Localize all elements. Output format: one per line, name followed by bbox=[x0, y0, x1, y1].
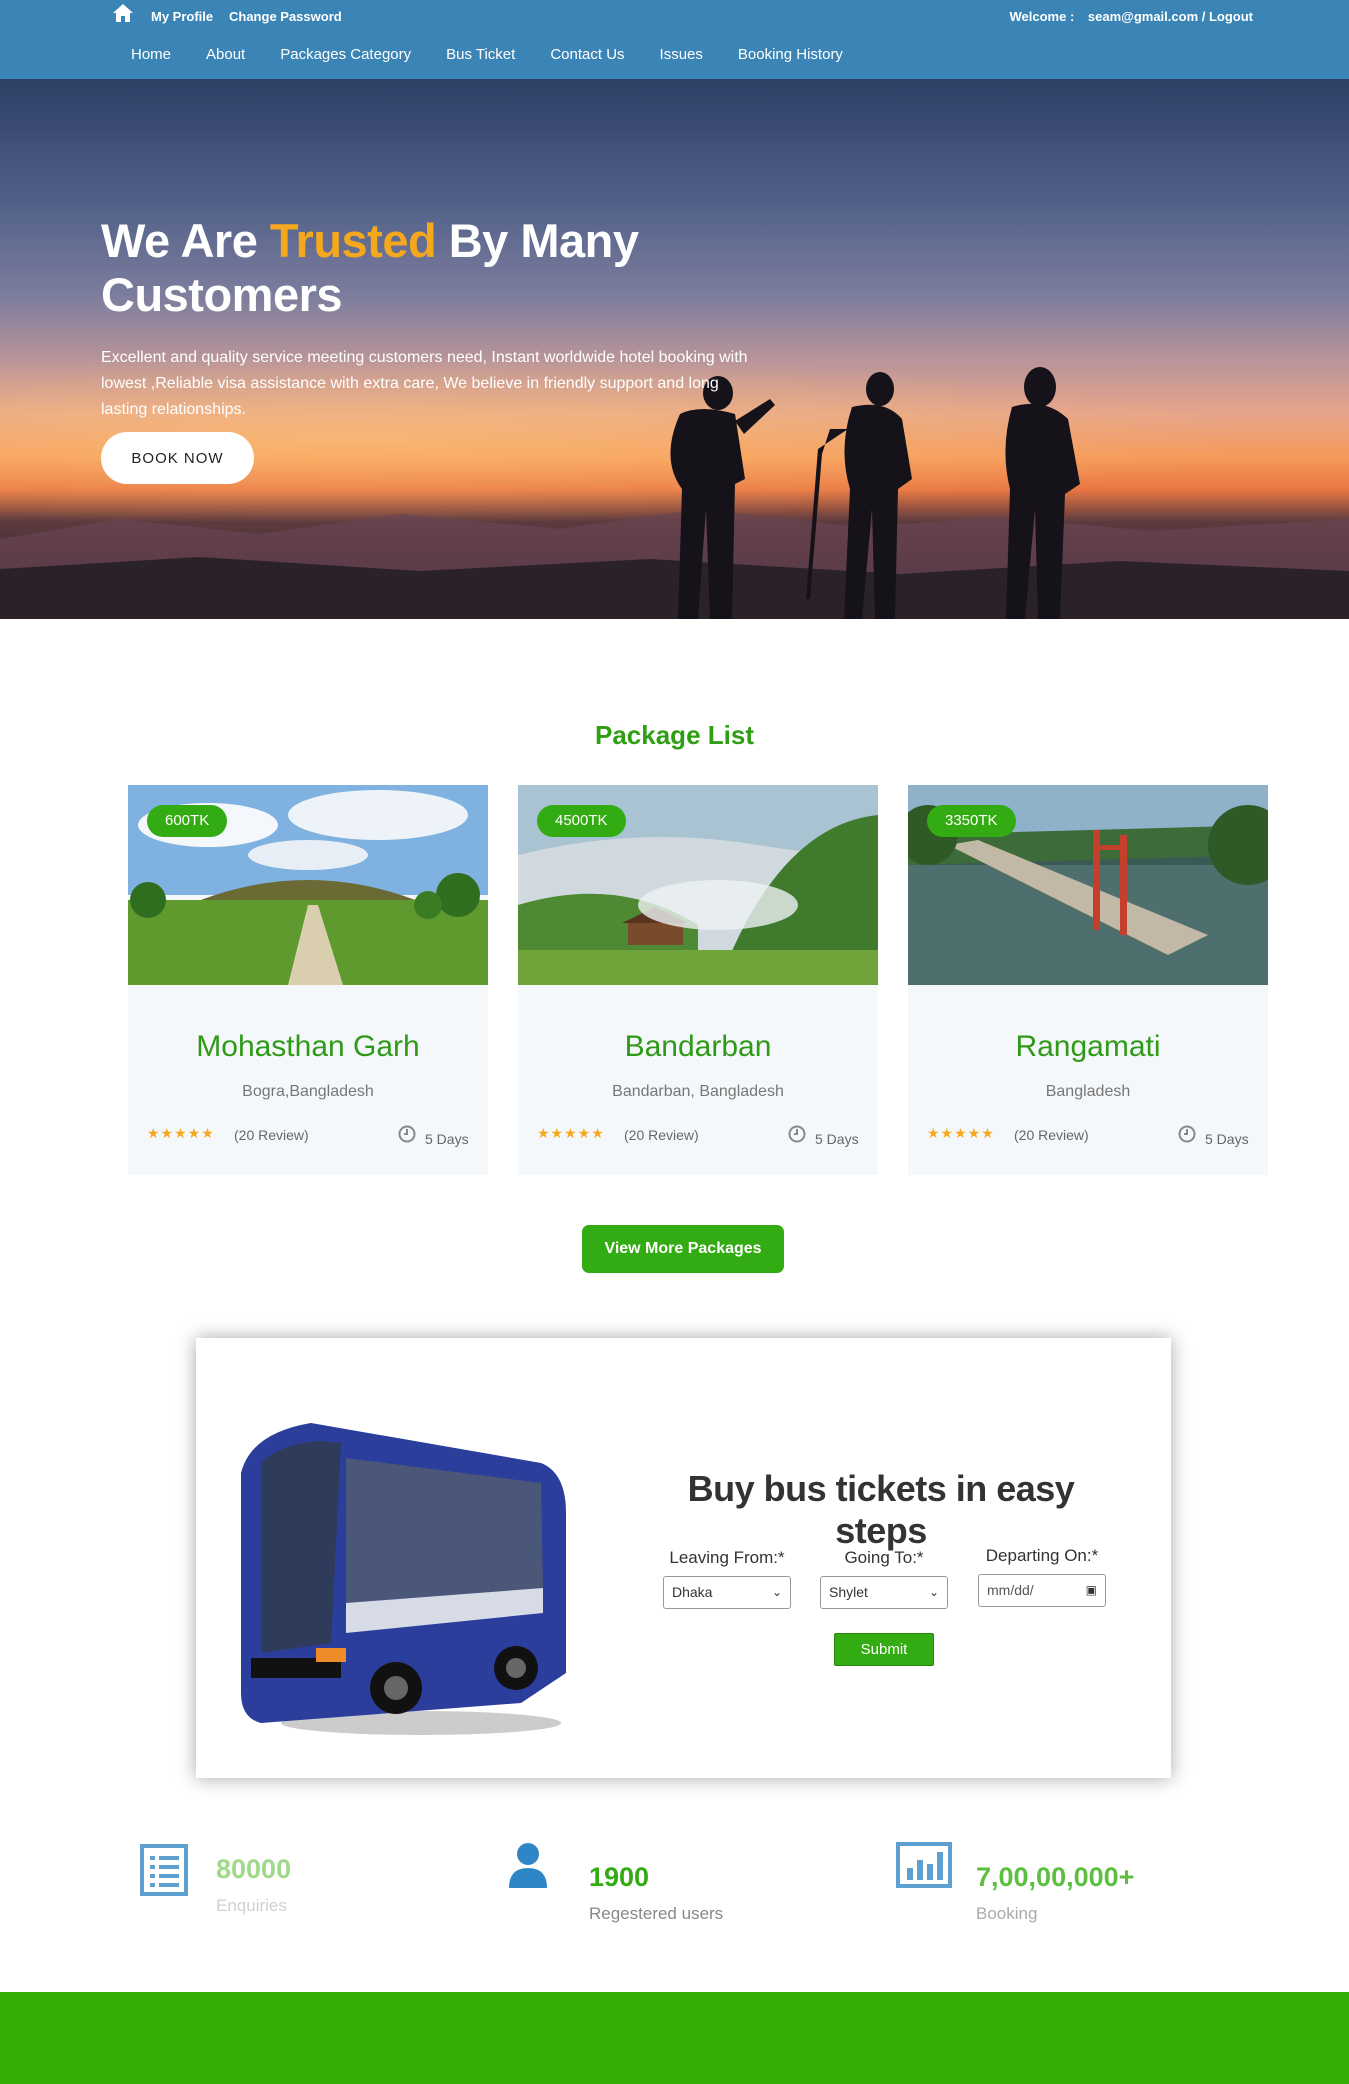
hero-banner: We Are Trusted By Many Customers Excelle… bbox=[0, 79, 1349, 619]
package-duration: 5 Days bbox=[425, 1131, 469, 1147]
departing-on-field: Departing On:* mm/dd/ ▣ bbox=[978, 1546, 1106, 1607]
clock-icon bbox=[1178, 1125, 1196, 1143]
my-profile-link[interactable]: My Profile bbox=[151, 9, 213, 24]
package-card[interactable]: 600TK Mohasthan Garh Bogra,Bangladesh ★★… bbox=[128, 785, 488, 1175]
enquiries-count: 80000 bbox=[216, 1854, 292, 1884]
package-name[interactable]: Mohasthan Garh bbox=[128, 1030, 488, 1064]
book-now-button[interactable]: BOOK NOW bbox=[101, 432, 254, 484]
review-count: (20 Review) bbox=[234, 1127, 309, 1143]
package-location: Bogra,Bangladesh bbox=[242, 1083, 374, 1100]
nav-issues[interactable]: Issues bbox=[660, 46, 703, 63]
departing-on-label: Departing On:* bbox=[985, 1546, 1099, 1565]
hero-description: Excellent and quality service meeting cu… bbox=[101, 349, 748, 418]
bus-image bbox=[241, 1423, 566, 1735]
bus-ticket-section: Buy bus tickets in easy steps Leaving Fr… bbox=[196, 1338, 1171, 1778]
nav-about[interactable]: About bbox=[206, 46, 245, 63]
leaving-from-value: Dhaka bbox=[672, 1584, 713, 1600]
submit-button[interactable]: Submit bbox=[834, 1633, 934, 1666]
users-label: Regestered users bbox=[589, 1904, 724, 1923]
package-name[interactable]: Bandarban bbox=[518, 1030, 878, 1064]
package-duration: 5 Days bbox=[815, 1131, 859, 1147]
users-count: 1900 bbox=[589, 1862, 650, 1892]
hero-title-part1: We Are bbox=[101, 214, 270, 267]
package-duration: 5 Days bbox=[1205, 1131, 1249, 1147]
chevron-down-icon: ⌄ bbox=[928, 1585, 939, 1599]
rating-stars-icon: ★★★★★ bbox=[147, 1125, 215, 1141]
booking-label: Booking bbox=[976, 1904, 1038, 1923]
leaving-from-select[interactable]: Dhaka ⌄ bbox=[663, 1576, 791, 1609]
list-icon bbox=[140, 1844, 188, 1896]
user-icon bbox=[509, 1843, 547, 1888]
price-badge: 3350TK bbox=[927, 805, 1016, 837]
nav-booking-history[interactable]: Booking History bbox=[738, 46, 843, 63]
package-location: Bangladesh bbox=[1045, 1083, 1131, 1100]
hero-title: We Are Trusted By Many Customers bbox=[101, 214, 661, 322]
going-to-select[interactable]: Shylet ⌄ bbox=[820, 1576, 948, 1609]
top-header: My Profile Change Password Welcome : sea… bbox=[0, 0, 1349, 79]
main-nav: Home About Packages Category Bus Ticket … bbox=[131, 46, 878, 63]
leaving-from-label: Leaving From:* bbox=[669, 1548, 785, 1567]
calendar-icon[interactable]: ▣ bbox=[1086, 1575, 1097, 1606]
rating-stars-icon: ★★★★★ bbox=[927, 1125, 995, 1141]
going-to-label: Going To:* bbox=[844, 1548, 924, 1567]
package-card[interactable]: 3350TK Rangamati Bangladesh ★★★★★ (20 Re… bbox=[908, 785, 1268, 1175]
bus-section-title: Buy bus tickets in easy steps bbox=[687, 1468, 1075, 1551]
home-icon[interactable] bbox=[112, 3, 134, 23]
price-badge: 600TK bbox=[147, 805, 228, 837]
clock-icon bbox=[398, 1125, 416, 1143]
view-more-packages-button[interactable]: View More Packages bbox=[582, 1225, 784, 1273]
nav-bus-ticket[interactable]: Bus Ticket bbox=[446, 46, 515, 63]
enquiries-label: Enquiries bbox=[216, 1896, 287, 1915]
hero-title-accent: Trusted bbox=[269, 214, 437, 267]
chevron-down-icon: ⌄ bbox=[771, 1585, 782, 1599]
going-to-field: Going To:* Shylet ⌄ bbox=[820, 1548, 948, 1609]
nav-contact-us[interactable]: Contact Us bbox=[550, 46, 624, 63]
clock-icon bbox=[788, 1125, 806, 1143]
welcome-label: Welcome : bbox=[1009, 9, 1075, 24]
departing-date-input[interactable]: mm/dd/ ▣ bbox=[978, 1574, 1106, 1607]
package-name[interactable]: Rangamati bbox=[908, 1030, 1268, 1064]
review-count: (20 Review) bbox=[1014, 1127, 1089, 1143]
bar-chart-icon bbox=[896, 1842, 952, 1888]
rating-stars-icon: ★★★★★ bbox=[537, 1125, 605, 1141]
package-card[interactable]: 4500TK Bandarban Bandarban, Bangladesh ★… bbox=[518, 785, 878, 1175]
review-count: (20 Review) bbox=[624, 1127, 699, 1143]
price-badge: 4500TK bbox=[537, 805, 626, 837]
welcome-text: Welcome : seam@gmail.com / Logout bbox=[1000, 9, 1254, 24]
page: My Profile Change Password Welcome : sea… bbox=[0, 0, 1349, 2084]
change-password-link[interactable]: Change Password bbox=[229, 9, 342, 24]
date-placeholder: mm/dd/ bbox=[987, 1582, 1034, 1598]
package-location: Bandarban, Bangladesh bbox=[612, 1083, 784, 1100]
nav-home[interactable]: Home bbox=[131, 46, 171, 63]
footer-band bbox=[0, 1992, 1349, 2084]
leaving-from-field: Leaving From:* Dhaka ⌄ bbox=[663, 1548, 791, 1609]
user-logout-link[interactable]: seam@gmail.com / Logout bbox=[1088, 9, 1253, 24]
booking-count: 7,00,00,000+ bbox=[976, 1862, 1135, 1892]
nav-packages-category[interactable]: Packages Category bbox=[280, 46, 411, 63]
going-to-value: Shylet bbox=[829, 1584, 868, 1600]
package-list-title: Package List bbox=[595, 720, 754, 750]
